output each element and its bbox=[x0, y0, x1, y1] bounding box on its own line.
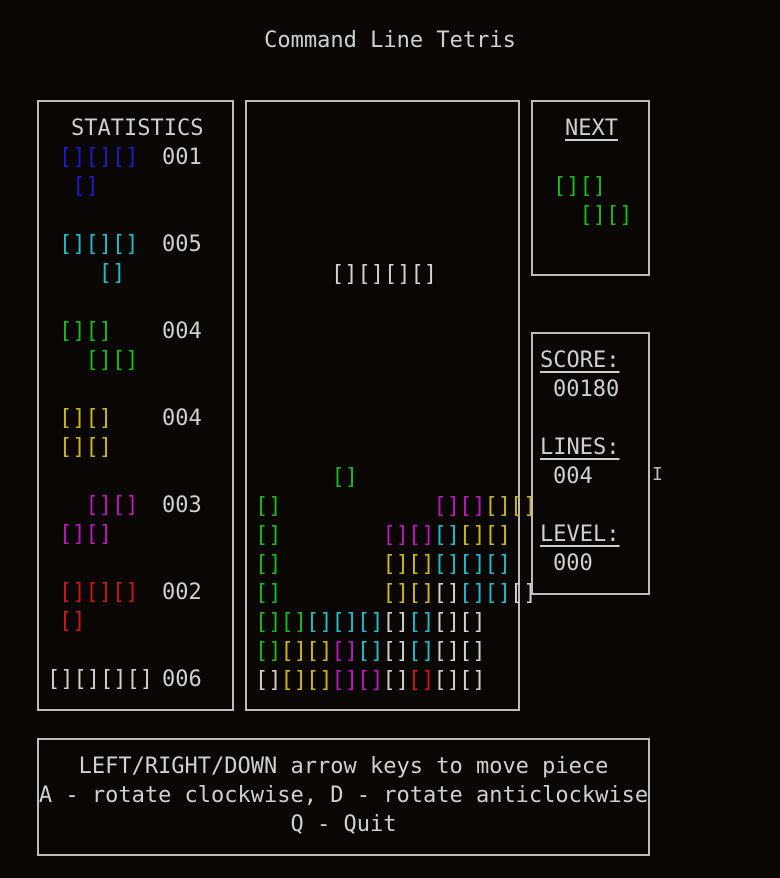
board-block-S: [] bbox=[433, 494, 461, 519]
next-heading: NEXT bbox=[565, 116, 618, 141]
level-label: LEVEL: bbox=[540, 522, 620, 547]
stat-count-I: 001 bbox=[162, 145, 202, 170]
statistics-heading: STATISTICS bbox=[71, 116, 204, 141]
stat-count-O: 004 bbox=[162, 406, 202, 431]
stat-count-S: 003 bbox=[162, 493, 202, 518]
board-block-T: [] bbox=[331, 610, 359, 635]
board-block-L: [] bbox=[408, 668, 435, 693]
board-block-T: [] bbox=[484, 552, 512, 577]
board-block-O: [] bbox=[280, 639, 308, 664]
board-block-Z: [] bbox=[280, 610, 308, 635]
board-block-Z: [] bbox=[255, 523, 282, 548]
help-line-quit: Q - Quit bbox=[290, 812, 397, 837]
board-block-J: [] bbox=[255, 668, 282, 693]
board-block-T: [] bbox=[357, 639, 384, 664]
tetris-terminal: { "title": "Command Line Tetris", "color… bbox=[0, 0, 780, 878]
board-block-S: [] bbox=[357, 668, 384, 693]
board-block-Z: [] bbox=[255, 639, 282, 664]
stat-piece-S-row: [][] bbox=[59, 493, 139, 518]
board-block-J: [] bbox=[382, 639, 410, 664]
current-piece: [][][][] bbox=[331, 262, 437, 287]
text-cursor-icon: I bbox=[652, 464, 663, 485]
board-block-Z: [] bbox=[255, 581, 282, 606]
board-block-J: [] bbox=[459, 610, 486, 635]
score-label: SCORE: bbox=[540, 348, 620, 373]
stat-count-Z: 004 bbox=[162, 319, 202, 344]
board-block-S: [] bbox=[331, 668, 359, 693]
help-line-move: LEFT/RIGHT/DOWN arrow keys to move piece bbox=[78, 754, 609, 779]
board-block-T: [] bbox=[459, 581, 486, 606]
board-block-T: [] bbox=[408, 610, 435, 635]
board-block-T: [] bbox=[306, 610, 333, 635]
stat-piece-I-row: [][][] bbox=[59, 145, 139, 170]
board-block-J: [] bbox=[459, 668, 486, 693]
board-block-J: [] bbox=[433, 639, 461, 664]
board-block-J: [] bbox=[459, 639, 486, 664]
board-block-O: [] bbox=[280, 668, 308, 693]
stat-piece-L-row: [][][] bbox=[59, 580, 139, 605]
board-block-J: [] bbox=[382, 668, 410, 693]
board-block-T: [] bbox=[408, 639, 435, 664]
stat-piece-J-row: [][][][] bbox=[47, 667, 153, 692]
board-block-O: [] bbox=[408, 552, 435, 577]
board-block-J: [] bbox=[433, 668, 461, 693]
stat-piece-Z-row: [][] bbox=[59, 348, 139, 373]
board-block-Z: [] bbox=[255, 494, 282, 519]
stat-piece-T-row: [][][] bbox=[59, 232, 139, 257]
next-piece-row: [][] bbox=[553, 174, 606, 199]
board-block-Z: [] bbox=[255, 552, 282, 577]
board-block-S: [] bbox=[382, 523, 410, 548]
board-block-J: [] bbox=[382, 610, 410, 635]
board-block-Z: [] bbox=[255, 610, 282, 635]
stat-piece-L-row: [] bbox=[59, 609, 86, 634]
board-block-O: [] bbox=[408, 581, 435, 606]
stat-piece-O-row: [][] bbox=[59, 406, 112, 431]
level-value: 000 bbox=[553, 551, 593, 576]
board-block-O: [] bbox=[306, 639, 333, 664]
lines-value: 004 bbox=[553, 464, 593, 489]
board-block-O: [] bbox=[459, 523, 486, 548]
board-block-O: [] bbox=[306, 668, 333, 693]
board-block-T: [] bbox=[484, 581, 512, 606]
stat-count-L: 002 bbox=[162, 580, 202, 605]
help-line-rotate: A - rotate clockwise, D - rotate anticlo… bbox=[38, 783, 649, 808]
stat-piece-T-row: [] bbox=[59, 261, 126, 286]
board-block-J: [] bbox=[433, 581, 461, 606]
stat-piece-S-row: [][] bbox=[59, 522, 112, 547]
lines-label: LINES: bbox=[540, 435, 620, 460]
stat-piece-Z-row: [][] bbox=[59, 319, 112, 344]
board-block-O: [] bbox=[382, 552, 410, 577]
stat-count-T: 005 bbox=[162, 232, 202, 257]
board-block-T: [] bbox=[433, 552, 461, 577]
board-block-T: [] bbox=[459, 552, 486, 577]
board-block-J: [] bbox=[433, 610, 461, 635]
board-block-O: [] bbox=[484, 494, 512, 519]
board-block-S: [] bbox=[408, 523, 435, 548]
board-block-T: [] bbox=[357, 610, 384, 635]
board-block-Z: [] bbox=[331, 465, 359, 490]
score-value: 00180 bbox=[553, 377, 620, 402]
board-block-O: [] bbox=[382, 581, 410, 606]
stat-piece-I-row: [] bbox=[59, 174, 99, 199]
stat-count-J: 006 bbox=[162, 667, 202, 692]
stat-piece-O-row: [][] bbox=[59, 435, 112, 460]
app-title: Command Line Tetris bbox=[264, 28, 516, 53]
next-piece-row: [][] bbox=[553, 203, 633, 228]
board-block-T: [] bbox=[433, 523, 461, 548]
board-block-S: [] bbox=[459, 494, 486, 519]
board-block-S: [] bbox=[331, 639, 359, 664]
board-block-O: [] bbox=[484, 523, 512, 548]
